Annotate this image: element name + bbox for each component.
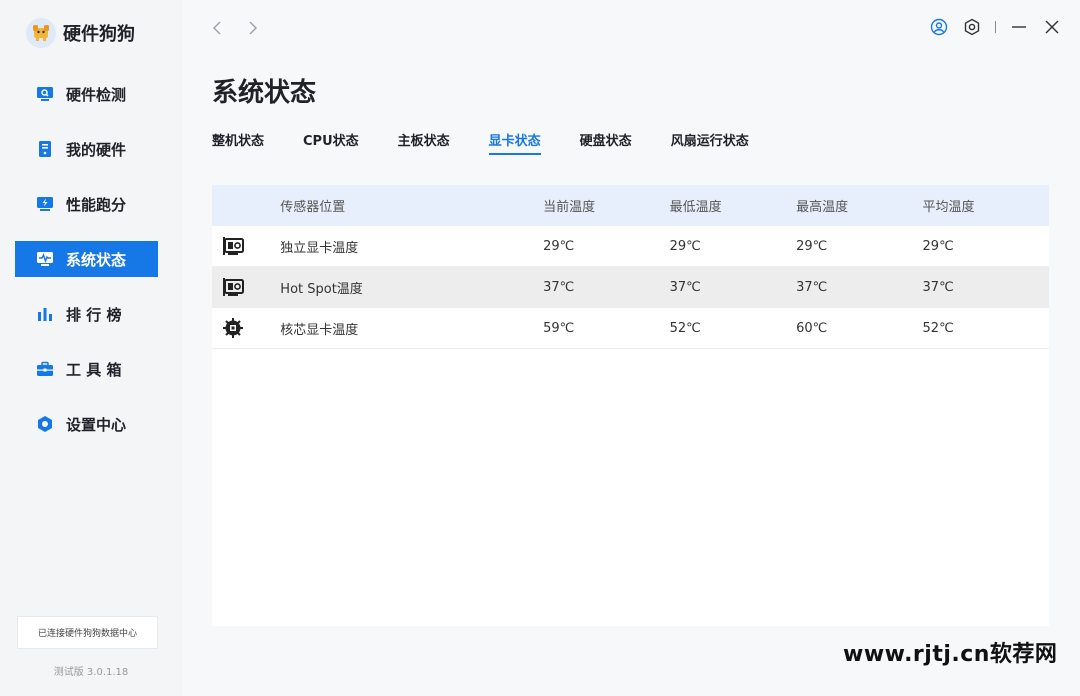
sensor-name: 核芯显卡温度 <box>280 322 359 338</box>
main-area: 系统状态 整机状态 CPU状态 主板状态 显卡状态 硬盘状态 风扇运行状态 传感… <box>182 0 1080 696</box>
chevron-left-icon <box>213 21 221 35</box>
table-row: 独立显卡温度 29℃ 29℃ 29℃ 29℃ <box>212 226 1049 267</box>
gpu-card-icon <box>223 237 244 255</box>
table-row: 核芯显卡温度 59℃ 52℃ 60℃ 52℃ <box>212 308 1049 349</box>
dog-logo-icon <box>26 18 56 48</box>
table-header: 传感器位置 当前温度 最低温度 最高温度 平均温度 <box>212 185 1049 226</box>
sidebar-item-system-status[interactable]: 系统状态 <box>15 241 158 277</box>
tab-cpu[interactable]: CPU状态 <box>303 130 359 155</box>
max-temp: 37℃ <box>796 279 828 295</box>
min-temp: 52℃ <box>669 320 701 336</box>
chevron-right-icon <box>249 21 257 35</box>
current-temp: 59℃ <box>543 320 575 336</box>
pulse-monitor-icon <box>35 249 55 269</box>
tab-motherboard[interactable]: 主板状态 <box>398 130 450 155</box>
lightning-monitor-icon <box>35 194 55 214</box>
sidebar-item-my-hardware[interactable]: 我的硬件 <box>15 131 158 167</box>
sidebar-item-benchmark[interactable]: 性能跑分 <box>15 186 158 222</box>
current-temp: 29℃ <box>543 238 575 254</box>
toolbox-icon <box>35 359 55 379</box>
connection-status: 已连接硬件狗狗数据中心 <box>17 616 158 649</box>
header-avg-temp: 平均温度 <box>922 200 975 215</box>
sidebar-item-label: 系统状态 <box>66 250 127 269</box>
version-label: 测试版 3.0.1.18 <box>53 667 129 678</box>
minimize-button[interactable] <box>1009 16 1029 38</box>
gpu-card-icon <box>223 278 244 296</box>
tab-gpu[interactable]: 显卡状态 <box>488 130 541 155</box>
settings-hexagon-icon <box>35 414 55 434</box>
header-max-temp: 最高温度 <box>796 200 849 215</box>
close-button[interactable] <box>1042 16 1062 38</box>
forward-button[interactable] <box>244 18 262 38</box>
sensor-name: 独立显卡温度 <box>280 240 359 256</box>
sidebar-item-label: 性能跑分 <box>66 195 127 214</box>
sidebar-item-settings[interactable]: 设置中心 <box>15 406 158 442</box>
sidebar-item-hardware-detect[interactable]: 硬件检测 <box>15 76 158 112</box>
divider <box>995 21 996 33</box>
tab-fan[interactable]: 风扇运行状态 <box>671 130 749 155</box>
settings-button[interactable] <box>962 16 982 38</box>
history-nav <box>208 18 262 38</box>
monitor-search-icon <box>35 84 55 104</box>
sidebar: 硬件狗狗 硬件检测 我的硬件 性能跑分 系统状态 排 行 榜 工 具 箱 设置中… <box>0 0 182 696</box>
sidebar-item-label: 设置中心 <box>66 415 127 434</box>
avg-temp: 52℃ <box>922 320 954 336</box>
sensor-table: 传感器位置 当前温度 最低温度 最高温度 平均温度 独立显卡温度 29℃ 29℃… <box>212 185 1049 626</box>
account-button[interactable] <box>929 16 949 38</box>
status-tabs: 整机状态 CPU状态 主板状态 显卡状态 硬盘状态 风扇运行状态 <box>212 130 788 155</box>
watermark: www.rjtj.cn软荐网 <box>843 642 1058 667</box>
chip-icon <box>223 318 243 338</box>
tab-overall[interactable]: 整机状态 <box>212 130 264 155</box>
avg-temp: 29℃ <box>922 238 954 254</box>
sidebar-nav: 硬件检测 我的硬件 性能跑分 系统状态 排 行 榜 工 具 箱 设置中心 <box>15 76 158 461</box>
header-sensor-location: 传感器位置 <box>280 200 346 215</box>
sidebar-item-toolbox[interactable]: 工 具 箱 <box>15 351 158 387</box>
app-name: 硬件狗狗 <box>63 24 135 45</box>
back-button[interactable] <box>208 18 226 38</box>
sensor-name: Hot Spot温度 <box>280 281 363 297</box>
current-temp: 37℃ <box>543 279 575 295</box>
page-title: 系统状态 <box>212 78 317 108</box>
minimize-icon <box>1012 26 1026 28</box>
header-min-temp: 最低温度 <box>669 200 722 215</box>
tab-disk[interactable]: 硬盘状态 <box>580 130 632 155</box>
max-temp: 29℃ <box>796 238 828 254</box>
pc-tower-icon <box>35 139 55 159</box>
sidebar-item-label: 硬件检测 <box>66 85 127 104</box>
bar-chart-icon <box>35 304 55 324</box>
table-row: Hot Spot温度 37℃ 37℃ 37℃ 37℃ <box>212 267 1049 308</box>
close-icon <box>1045 20 1059 34</box>
avg-temp: 37℃ <box>922 279 954 295</box>
sidebar-item-label: 我的硬件 <box>66 140 127 159</box>
sidebar-item-ranking[interactable]: 排 行 榜 <box>15 296 158 332</box>
min-temp: 29℃ <box>669 238 701 254</box>
min-temp: 37℃ <box>669 279 701 295</box>
header-current-temp: 当前温度 <box>543 200 596 215</box>
sidebar-item-label: 工 具 箱 <box>66 360 122 379</box>
window-controls <box>929 16 1062 38</box>
brand: 硬件狗狗 <box>26 18 135 48</box>
user-icon <box>930 18 948 36</box>
gear-icon <box>964 18 980 36</box>
sidebar-item-label: 排 行 榜 <box>66 305 122 324</box>
max-temp: 60℃ <box>796 320 828 336</box>
